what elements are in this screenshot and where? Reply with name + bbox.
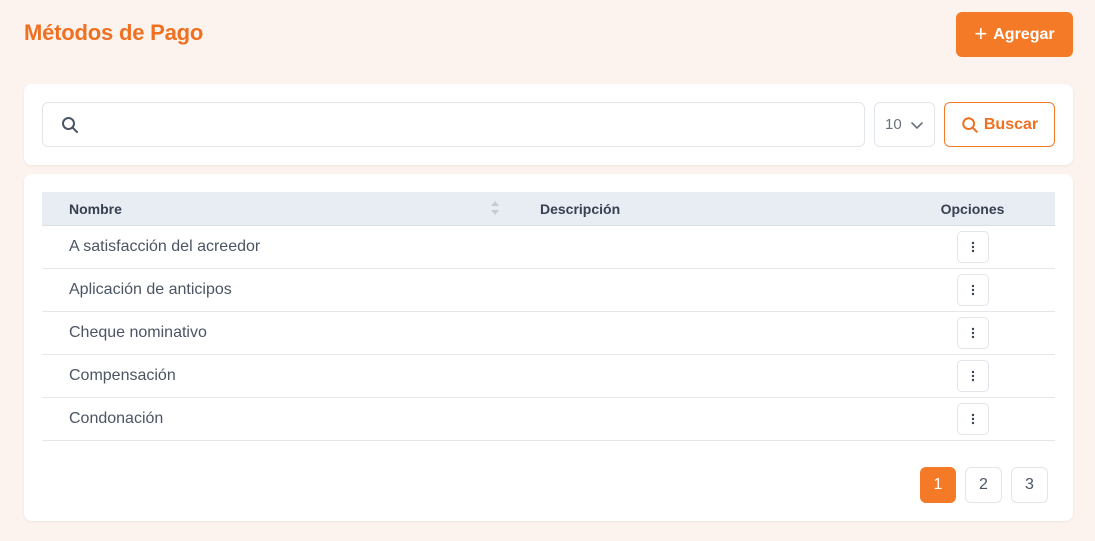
payment-methods-table: Nombre Descripción Opciones A satisfacci… [42,192,1055,441]
kebab-icon [971,241,974,253]
page-size-value: 10 [885,116,902,133]
add-button[interactable]: + Agregar [956,12,1073,57]
search-icon [62,117,78,133]
row-name: Compensación [69,367,176,384]
column-header-description: Descripción [540,200,621,217]
chevron-down-icon [910,121,923,129]
table-header: Nombre Descripción Opciones [42,192,1055,226]
row-options-button[interactable] [956,360,989,392]
page-button-2[interactable]: 2 [965,467,1002,503]
sort-icon[interactable] [490,198,500,218]
column-header-options: Opciones [940,200,1005,217]
page: Métodos de Pago + Agregar 10 Buscar Nomb… [0,0,1095,541]
table-row: Condonación [42,398,1055,441]
plus-icon: + [974,20,988,46]
row-options-button[interactable] [956,317,989,349]
row-name: Aplicación de anticipos [69,281,232,298]
search-button-label: Buscar [983,115,1039,133]
table-row: Compensación [42,355,1055,398]
row-name: Cheque nominativo [69,324,207,341]
table-row: A satisfacción del acreedor [42,226,1055,269]
row-options-button[interactable] [956,231,989,263]
page-button-1[interactable]: 1 [920,467,956,503]
search-button[interactable]: Buscar [944,102,1055,147]
pagination: 1 2 3 [920,467,1048,503]
search-card: 10 Buscar [24,84,1073,165]
page-title: Métodos de Pago [24,20,204,45]
column-header-name[interactable]: Nombre [42,198,512,218]
column-header-name-label: Nombre [69,200,122,217]
table-card: Nombre Descripción Opciones A satisfacci… [24,174,1073,521]
kebab-icon [971,284,974,296]
row-name: A satisfacción del acreedor [69,238,261,255]
row-options-button[interactable] [956,403,989,435]
page-size-select[interactable]: 10 [874,102,935,147]
kebab-icon [971,370,974,382]
search-input[interactable] [89,103,859,146]
page-button-3[interactable]: 3 [1011,467,1048,503]
search-icon [962,116,978,133]
row-name: Condonación [69,410,164,427]
row-options-button[interactable] [956,274,989,306]
table-row: Cheque nominativo [42,312,1055,355]
kebab-icon [971,413,974,425]
table-row: Aplicación de anticipos [42,269,1055,312]
search-box[interactable] [42,102,865,147]
kebab-icon [971,327,974,339]
add-button-label: Agregar [993,25,1055,43]
